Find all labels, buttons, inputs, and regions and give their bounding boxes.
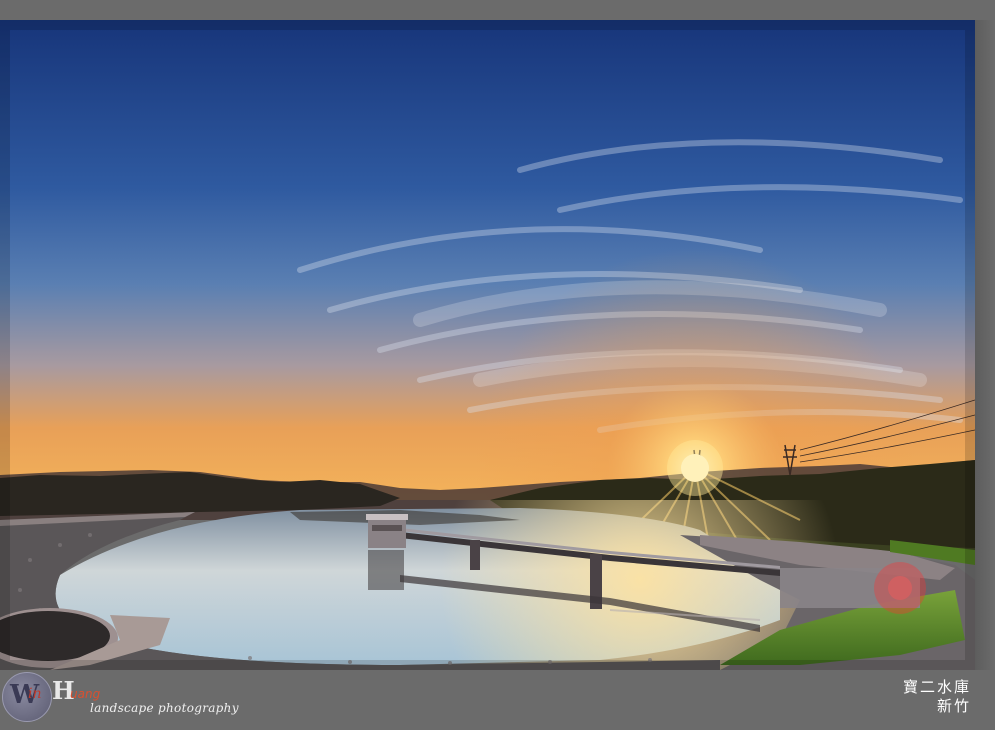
watermark-tagline: landscape photography [90,701,239,715]
landscape-photo [0,20,975,670]
watermark-logo-uang: uang [70,687,101,701]
intake-tower [368,518,406,548]
caption-location: 寶二水庫 [902,678,971,696]
caption-region: 新竹 [936,697,971,715]
frame-shadow [975,20,995,670]
watermark-logo-in: in [28,686,42,702]
